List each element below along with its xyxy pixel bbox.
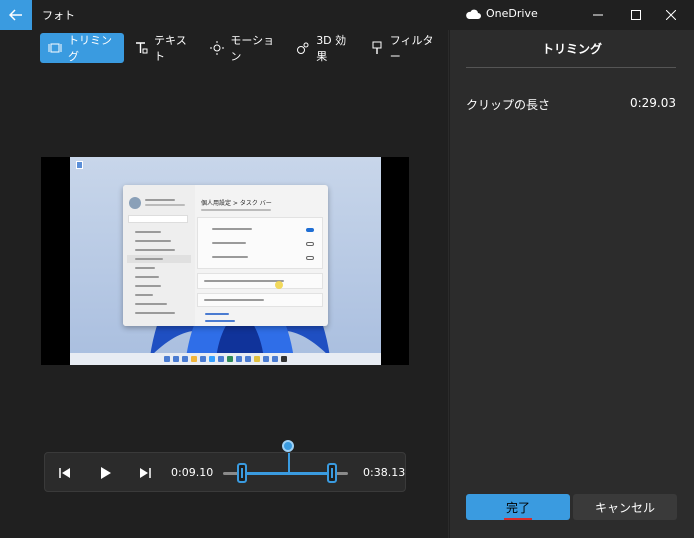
edit-toolbar: トリミング テキスト モーション 3D 効果 フィルター	[40, 33, 448, 63]
tab-text-label: テキスト	[154, 34, 187, 63]
close-button[interactable]	[648, 0, 694, 30]
onedrive-label[interactable]: OneDrive	[486, 7, 538, 20]
motion-icon	[210, 40, 225, 56]
editor-pane: トリミング テキスト モーション 3D 効果 フィルター 個人用設定 > タスク…	[0, 30, 449, 538]
panel-title: トリミング	[541, 42, 602, 56]
clip-length-value: 0:29.03	[629, 96, 676, 110]
tab-3d-effects[interactable]: 3D 効果	[288, 33, 360, 63]
preview-taskbar	[70, 353, 381, 365]
trim-start-handle[interactable]	[236, 463, 247, 483]
tab-filter-label: フィルター	[389, 34, 434, 63]
settings-card	[197, 217, 323, 269]
clip-length-label: クリップの長さ	[466, 98, 551, 112]
previous-frame-icon	[59, 468, 70, 478]
cloud-icon	[466, 9, 481, 19]
tab-filter[interactable]: フィルター	[362, 33, 446, 63]
tab-motion[interactable]: モーション	[202, 33, 286, 63]
filter-icon	[370, 40, 384, 56]
trim-end-handle[interactable]	[326, 463, 337, 483]
next-frame-icon	[140, 468, 151, 478]
play-button[interactable]	[97, 465, 113, 481]
tab-trim[interactable]: トリミング	[40, 33, 125, 63]
done-button[interactable]: 完了	[466, 494, 570, 520]
playhead-stem	[288, 453, 291, 473]
playhead-handle[interactable]	[282, 440, 295, 452]
previous-frame-button[interactable]	[57, 465, 73, 481]
arrow-left-icon	[9, 9, 22, 21]
next-frame-button[interactable]	[137, 465, 153, 481]
panel-divider	[466, 67, 676, 68]
close-icon	[666, 10, 676, 20]
text-icon	[134, 40, 148, 56]
settings-window-thumbnail: 個人用設定 > タスク バー	[123, 185, 328, 326]
video-preview[interactable]: 個人用設定 > タスク バー	[41, 157, 409, 365]
done-button-label: 完了	[505, 500, 530, 515]
trim-icon	[48, 40, 62, 56]
recycle-bin-icon	[76, 161, 83, 169]
trim-end-time: 0:38.13	[363, 466, 406, 479]
title-bar: フォト OneDrive	[0, 0, 694, 30]
tab-motion-label: モーション	[230, 34, 275, 63]
tab-trim-label: トリミング	[68, 34, 112, 63]
back-button[interactable]	[0, 0, 32, 30]
tab-3d-effects-label: 3D 効果	[316, 34, 347, 63]
cancel-button[interactable]: キャンセル	[573, 494, 677, 520]
tab-text[interactable]: テキスト	[126, 33, 200, 63]
minimize-icon	[593, 14, 603, 16]
app-title: フォト	[42, 9, 75, 22]
trim-selection	[241, 472, 332, 475]
cancel-button-label: キャンセル	[594, 500, 655, 515]
maximize-icon	[631, 10, 641, 20]
trim-start-time: 0:09.10	[171, 466, 214, 479]
trim-timeline: 0:09.10 0:38.13	[44, 452, 406, 492]
preview-desktop: 個人用設定 > タスク バー	[70, 157, 381, 365]
annotation-underline	[503, 517, 532, 520]
3d-effects-icon	[296, 40, 310, 56]
settings-card	[197, 273, 323, 289]
trim-panel: トリミング クリップの長さ 0:29.03 完了 キャンセル	[450, 30, 694, 538]
settings-card	[197, 293, 323, 307]
play-icon	[101, 467, 111, 479]
settings-sidebar	[123, 185, 195, 326]
settings-heading: 個人用設定 > タスク バー	[201, 200, 272, 207]
